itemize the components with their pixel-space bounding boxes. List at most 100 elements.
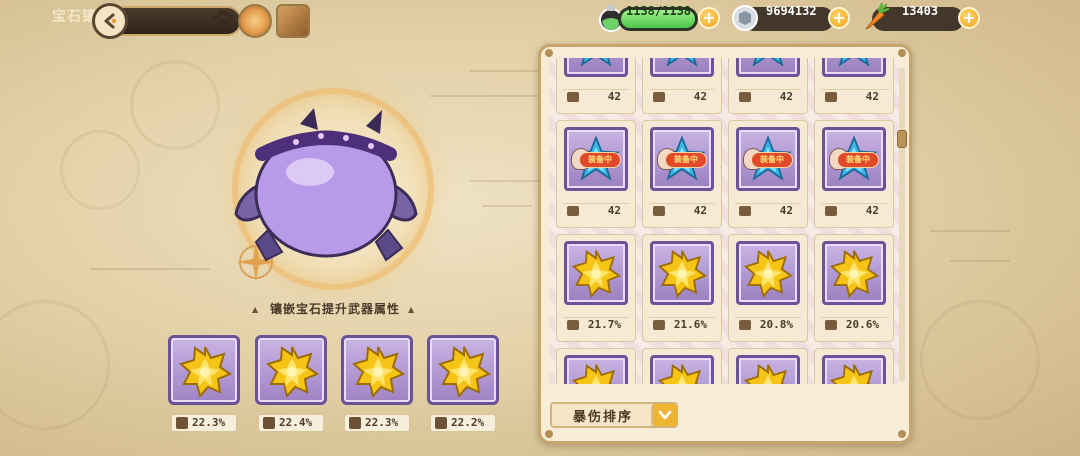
gem-cell[interactable]: 21.6% bbox=[642, 234, 722, 342]
gem-frame bbox=[736, 241, 800, 305]
blue-star-gem-icon bbox=[666, 58, 698, 67]
coin-icon bbox=[732, 5, 758, 31]
slot-value-text: 22.2% bbox=[451, 416, 485, 429]
gem-cell[interactable]: 装备中 42 bbox=[728, 120, 808, 228]
back-button[interactable] bbox=[92, 3, 128, 39]
add-coin-button[interactable]: + bbox=[828, 7, 850, 29]
gem-cell[interactable] bbox=[556, 348, 636, 384]
gem-cell[interactable]: 42 bbox=[814, 58, 894, 114]
gem-cell[interactable]: 装备中 42 bbox=[556, 120, 636, 228]
inlay-section-label: 镶嵌宝石提升武器属性 bbox=[269, 302, 400, 316]
gem-cell-value: 42 bbox=[779, 204, 793, 217]
gem-cell-value: 20.8% bbox=[759, 318, 793, 331]
inlay-slot[interactable] bbox=[168, 335, 240, 405]
gem-frame: 装备中 bbox=[822, 127, 886, 191]
gem-cell-value: 21.6% bbox=[673, 318, 707, 331]
book-icon[interactable] bbox=[276, 4, 310, 38]
gem-cell[interactable]: 20.6% bbox=[814, 234, 894, 342]
folder-icon bbox=[653, 206, 665, 216]
gem-cell-footer: 42 bbox=[821, 203, 887, 219]
inlay-slot[interactable] bbox=[255, 335, 327, 405]
gold-star-gem-icon bbox=[438, 346, 491, 398]
gem-cell-footer: 21.6% bbox=[649, 317, 715, 333]
gem-cell[interactable] bbox=[642, 348, 722, 384]
inlay-slot[interactable] bbox=[341, 335, 413, 405]
gem-cell[interactable]: 42 bbox=[556, 58, 636, 114]
slot-value-text: 22.3% bbox=[192, 416, 226, 429]
gem-cell[interactable]: 21.7% bbox=[556, 234, 636, 342]
gold-star-gem-icon bbox=[743, 250, 793, 298]
gem-wheel-icon[interactable] bbox=[238, 4, 272, 38]
gem-cell-value: 42 bbox=[607, 90, 621, 103]
gold-star-gem-icon bbox=[179, 346, 232, 398]
folder-icon bbox=[825, 92, 837, 102]
crit-damage-icon bbox=[739, 320, 751, 330]
gem-cell-value: 42 bbox=[693, 90, 707, 103]
paw-icon bbox=[213, 10, 234, 29]
crit-damage-icon bbox=[567, 320, 579, 330]
gem-cell-footer: 21.7% bbox=[563, 317, 629, 333]
panel-corner bbox=[545, 49, 553, 57]
inlay-slot-value: 22.4% bbox=[258, 414, 324, 432]
gold-star-gem-icon bbox=[571, 250, 621, 298]
gem-frame bbox=[650, 241, 714, 305]
gem-frame bbox=[564, 58, 628, 77]
blue-star-gem-icon bbox=[580, 58, 612, 67]
gold-star-gem-icon bbox=[829, 250, 879, 298]
carrot-value: 13403 bbox=[902, 4, 939, 18]
inlay-slot-value: 22.2% bbox=[430, 414, 496, 432]
gem-cell[interactable]: 20.8% bbox=[728, 234, 808, 342]
equipped-badge: 装备中 bbox=[579, 152, 621, 168]
gem-cell-value: 21.7% bbox=[587, 318, 621, 331]
equipped-badge: 装备中 bbox=[837, 152, 879, 168]
gem-cell-footer: 42 bbox=[821, 89, 887, 105]
gem-cell-value: 42 bbox=[865, 204, 879, 217]
add-carrot-button[interactable]: + bbox=[958, 7, 980, 29]
slime-weapon[interactable] bbox=[226, 102, 426, 272]
gem-frame bbox=[564, 241, 628, 305]
sort-dropdown-button[interactable] bbox=[651, 404, 677, 426]
gem-frame: 装备中 bbox=[736, 127, 800, 191]
blue-star-gem-icon bbox=[752, 58, 784, 67]
folder-icon bbox=[825, 206, 837, 216]
crit-damage-icon bbox=[176, 417, 188, 429]
gem-cell-footer: 42 bbox=[563, 203, 629, 219]
carrot-icon bbox=[865, 3, 890, 30]
slot-value-text: 22.4% bbox=[279, 416, 313, 429]
gem-cell[interactable]: 装备中 42 bbox=[814, 120, 894, 228]
crit-damage-icon bbox=[653, 320, 665, 330]
chevron-down-icon bbox=[658, 410, 672, 420]
gem-frame bbox=[736, 355, 800, 384]
gem-grid[interactable]: 42 42 42 42 装备中 42 装备中 42 装备中 42 装备中 42 21.7% 21.6% 20… bbox=[549, 58, 899, 384]
folder-icon bbox=[739, 206, 751, 216]
folder-icon bbox=[567, 206, 579, 216]
panel-corner bbox=[545, 430, 553, 438]
equipped-badge: 装备中 bbox=[665, 152, 707, 168]
inlay-slot-value: 22.3% bbox=[344, 414, 410, 432]
add-stamina-button[interactable]: + bbox=[698, 7, 720, 29]
gem-cell-footer: 42 bbox=[735, 203, 801, 219]
gem-cell-value: 42 bbox=[693, 204, 707, 217]
gem-cell-footer: 20.8% bbox=[735, 317, 801, 333]
crit-damage-icon bbox=[263, 417, 275, 429]
sort-label: 暴伤排序 bbox=[572, 410, 633, 425]
gem-frame bbox=[822, 241, 886, 305]
gem-frame bbox=[650, 355, 714, 384]
gem-cell-footer: 42 bbox=[649, 203, 715, 219]
gem-cell[interactable]: 42 bbox=[642, 58, 722, 114]
gem-cell[interactable] bbox=[814, 348, 894, 384]
gem-frame bbox=[822, 355, 886, 384]
gem-cell[interactable]: 装备中 42 bbox=[642, 120, 722, 228]
inventory-scrollbar[interactable] bbox=[899, 68, 905, 382]
gem-cell[interactable] bbox=[728, 348, 808, 384]
gold-star-gem-icon bbox=[829, 364, 873, 384]
coin-value: 9694132 bbox=[766, 4, 817, 18]
inlay-slot[interactable] bbox=[427, 335, 499, 405]
gold-star-gem-icon bbox=[657, 250, 707, 298]
gem-frame bbox=[736, 58, 800, 77]
folder-icon bbox=[653, 92, 665, 102]
gem-cell[interactable]: 42 bbox=[728, 58, 808, 114]
gem-cell-footer: 42 bbox=[649, 89, 715, 105]
inventory-scroll-thumb[interactable] bbox=[897, 130, 907, 148]
inlay-slot-value: 22.3% bbox=[171, 414, 237, 432]
